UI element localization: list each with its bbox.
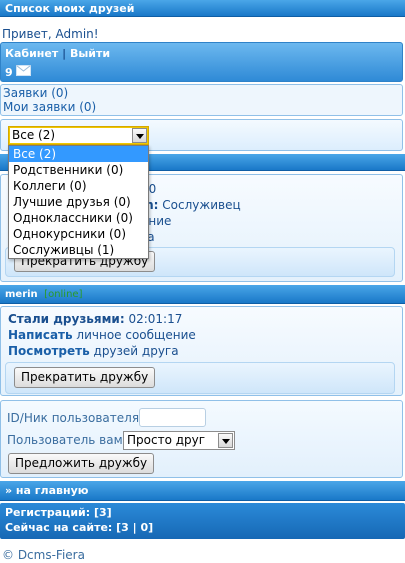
page-title-bar: Список моих друзей — [0, 0, 405, 17]
page-title: Список моих друзей — [5, 2, 135, 15]
friend-1-time: 20 — [141, 181, 241, 197]
friends-filter-select[interactable]: Все (2) — [8, 126, 149, 145]
friend-1-message-link[interactable]: ение — [141, 213, 241, 229]
user-bar: Кабинет | Выйти 9 — [0, 42, 403, 82]
end-friendship-button-2[interactable]: Прекратить дружбу — [14, 367, 156, 388]
my-requests-link[interactable]: Мои заявки (0) — [3, 100, 96, 114]
friends-filter-dropdown[interactable]: Все (2) Родственники (0) Коллеги (0) Луч… — [8, 145, 149, 259]
stats-panel: Регистраций: [3] Сейчас на сайте: [3 | 0… — [0, 503, 405, 539]
home-link[interactable]: » на главную — [5, 484, 88, 497]
filter-option[interactable]: Одноклассники (0) — [9, 210, 148, 226]
friend-1-type-value: Сослуживец — [162, 198, 241, 212]
since-value: 02:01:17 — [128, 312, 183, 326]
offer-friendship-button[interactable]: Предложить дружбу — [8, 453, 155, 474]
mail-count: 9 — [5, 65, 13, 79]
filter-option[interactable]: Все (2) — [9, 146, 148, 162]
friend-2-nick[interactable]: merin — [5, 289, 38, 300]
since-label: Стали друзьями: — [8, 312, 125, 326]
logout-link[interactable]: Выйти — [70, 47, 110, 60]
online-status: [online] — [44, 289, 83, 300]
id-label: ID/Ник пользователя: — [7, 411, 144, 425]
relation-label: Пользователь вам — [7, 433, 123, 447]
view-value: друзей друга — [93, 344, 179, 358]
friend-2-action-row: Прекратить дружбу — [5, 362, 395, 394]
filter-option[interactable]: Родственники (0) — [9, 162, 148, 178]
cabinet-link[interactable]: Кабинет — [5, 47, 58, 60]
view-friends-link[interactable]: Посмотреть — [8, 344, 90, 358]
filter-option[interactable]: Однокурсники (0) — [9, 226, 148, 242]
separator: | — [62, 47, 67, 60]
chevron-down-icon[interactable] — [218, 433, 233, 448]
chevron-down-icon[interactable] — [132, 128, 147, 143]
offer-friendship-form: ID/Ник пользователя: Пользователь вам Пр… — [0, 400, 403, 478]
filter-option[interactable]: Лучшие друзья (0) — [9, 194, 148, 210]
requests-panel: Заявки (0) Мои заявки (0) — [0, 84, 403, 116]
friend-card-2: Стали друзьями: 02:01:17 Написать личное… — [0, 306, 403, 396]
filter-option[interactable]: Сослуживцы (1) — [9, 242, 148, 258]
write-link[interactable]: Написать — [8, 328, 73, 342]
footer-copyright: © Dcms-Fiera — [2, 548, 85, 562]
id-input[interactable] — [139, 408, 206, 427]
friend-1-friends-link[interactable]: га — [141, 229, 241, 245]
envelope-icon[interactable] — [15, 65, 31, 79]
online-count: Сейчас на сайте: [3 | 0] — [5, 521, 154, 534]
filter-option[interactable]: Коллеги (0) — [9, 178, 148, 194]
relation-selected: Просто друг — [127, 433, 206, 447]
incoming-requests-link[interactable]: Заявки (0) — [3, 86, 68, 100]
filter-selected: Все (2) — [12, 128, 56, 142]
friend-2-header: merin [online] — [0, 285, 405, 304]
home-bar: » на главную — [0, 481, 405, 501]
relation-select[interactable]: Просто друг — [123, 431, 235, 450]
write-value: личное сообщение — [76, 328, 196, 342]
registrations-count: Регистраций: [3] — [5, 506, 112, 519]
greeting: Привет, Admin! — [2, 27, 99, 41]
